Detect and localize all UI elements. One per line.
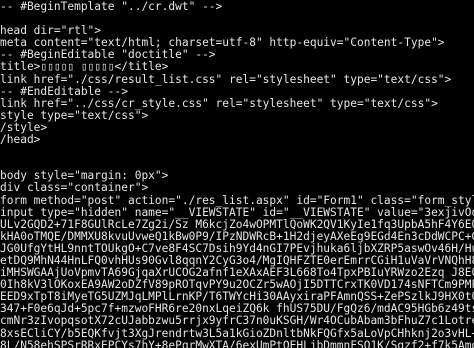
- code-line: link href="./css/result_list.css" rel="s…: [0, 73, 452, 86]
- code-line: 8xsECliCY/b5EQKfvjt3XgJrendrtw3L5a1kGioZ…: [0, 327, 474, 340]
- code-line: iMHSWGAAjUoVpmvTA69GjqaXrUCOG2afnf1eXAxA…: [0, 267, 474, 280]
- code-line: div class="container">: [0, 182, 149, 195]
- code-line: style type="text/css">: [0, 109, 149, 122]
- code-line: 0Ih8kV3lOKoxEA9AW2oDZfV89pROTqvPY9u2OCZr…: [0, 279, 474, 292]
- code-line: 8L/N58ehSPSrRRxEPCYs7hY+8ePqrMwXTA/6exUm…: [0, 339, 474, 348]
- code-line: title>▯▯▯▯▯ ▯▯▯▯▯</title>: [0, 61, 169, 74]
- code-line: etDQ9MhN44HnLFQ0vhHUs90Gvl8qqnY2CyG3o4/M…: [0, 254, 474, 267]
- code-line: cmNr3zIvopqsotX72cUJabbzwu5rrjx9yfrC37n0…: [0, 315, 474, 328]
- code-line: JG0UfgYtHL9nntTOUkgO+C7ve8F4SC7Dsih9Yd4n…: [0, 242, 474, 255]
- code-line: -- #BeginTemplate "../cr.dwt" -->: [0, 1, 223, 13]
- code-line: ULv2GQD2+71F8GUlRcLe7Zg2i/Sz M6kcjZo4wOP…: [0, 218, 474, 231]
- code-line: input type="hidden" name="__VIEWSTATE" i…: [0, 206, 474, 219]
- code-line: body style="margin: 0px">: [0, 170, 169, 183]
- terminal-output: -- #BeginTemplate "../cr.dwt" --> head d…: [0, 0, 474, 348]
- code-line: /head>: [0, 134, 41, 147]
- code-line: EED9xTpT8iMyeTG5UZMJqLMPlLrnKP/T6TWYcHi3…: [0, 291, 474, 304]
- code-line: -- #BeginEditable "doctitle" -->: [0, 49, 216, 62]
- code-line: head dir="rtl">: [0, 25, 102, 38]
- code-line: kHA0oTMQE/DMMXU8kvuUvweQ1kBw0P9/IPzNDWRc…: [0, 230, 474, 243]
- code-line: /style>: [0, 121, 48, 134]
- code-line: 347+F0e6qJd+5pc7f+mzwoFHR6re20nxLqeiZQ6k…: [0, 303, 474, 316]
- code-line: meta content="text/html; charset=utf-8" …: [0, 37, 445, 50]
- code-line: -- #EndEditable -->: [0, 85, 128, 98]
- code-line: link href="../css/cr_style.css" rel="sty…: [0, 97, 438, 110]
- code-line: form method="post" action="./res_list.as…: [0, 194, 474, 207]
